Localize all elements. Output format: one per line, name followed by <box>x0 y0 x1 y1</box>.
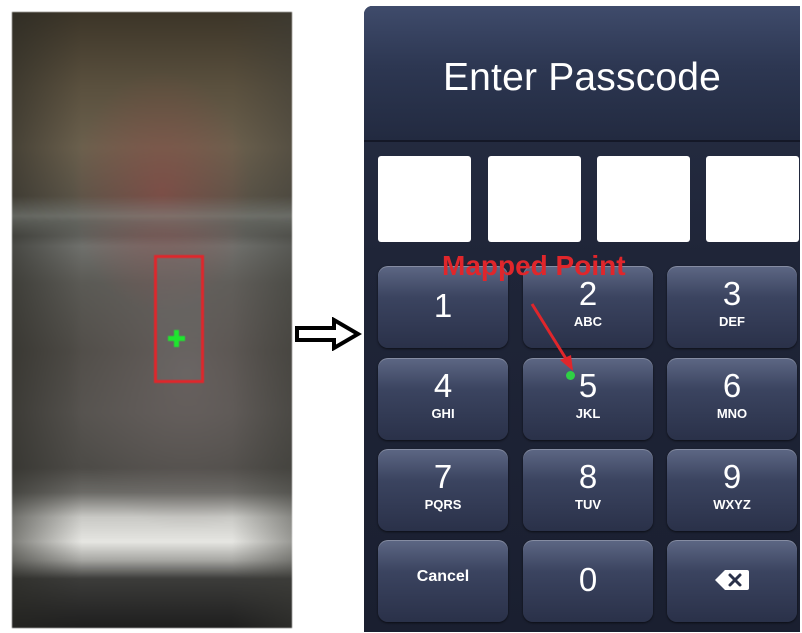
key-digit: 1 <box>433 287 453 324</box>
key-letters: JKL <box>575 406 601 421</box>
mapped-point-marker <box>566 371 575 380</box>
key-7[interactable]: 7 PQRS <box>378 449 508 531</box>
cancel-label: Cancel <box>416 568 470 585</box>
camera-frame <box>12 12 292 628</box>
key-letters: GHI <box>431 406 455 421</box>
fingertip-marker-icon <box>168 330 185 347</box>
key-8[interactable]: 8 TUV <box>523 449 653 531</box>
key-letters: DEF <box>719 314 745 329</box>
frame-shade <box>12 12 82 628</box>
key-letters: WXYZ <box>713 497 751 512</box>
key-digit: 0 <box>578 561 598 598</box>
annotation-arrow-icon <box>530 303 573 371</box>
pin-box-2 <box>488 156 581 242</box>
pin-box-4 <box>706 156 799 242</box>
right-arrow-icon <box>295 317 362 351</box>
key-4[interactable]: 4 GHI <box>378 358 508 440</box>
key-digit: 9 <box>722 458 742 495</box>
delete-backspace-icon <box>715 570 749 590</box>
title-bar: Enter Passcode <box>364 6 800 142</box>
key-0[interactable]: 0 <box>523 540 653 622</box>
fingertip-tracking-box <box>154 255 204 383</box>
key-digit: 3 <box>722 275 742 312</box>
frame-shade <box>232 12 292 628</box>
pin-box-1 <box>378 156 471 242</box>
cancel-button[interactable]: Cancel <box>378 540 508 622</box>
mapped-point-label: Mapped Point <box>442 250 626 281</box>
key-digit: 6 <box>722 367 742 404</box>
page-title: Enter Passcode <box>442 56 722 99</box>
key-digit: 7 <box>433 458 453 495</box>
figure: Enter Passcode 1 2 ABC 3 DEF 4 GHI 5 JKL… <box>0 0 802 633</box>
key-letters: PQRS <box>424 497 462 512</box>
frame-band <box>12 196 292 236</box>
key-letters: MNO <box>716 406 748 421</box>
key-digit: 4 <box>433 367 453 404</box>
key-6[interactable]: 6 MNO <box>667 358 797 440</box>
key-letters: TUV <box>575 497 601 512</box>
delete-button[interactable] <box>667 540 797 622</box>
pin-box-3 <box>597 156 690 242</box>
key-digit: 8 <box>578 458 598 495</box>
key-9[interactable]: 9 WXYZ <box>667 449 797 531</box>
key-3[interactable]: 3 DEF <box>667 266 797 348</box>
